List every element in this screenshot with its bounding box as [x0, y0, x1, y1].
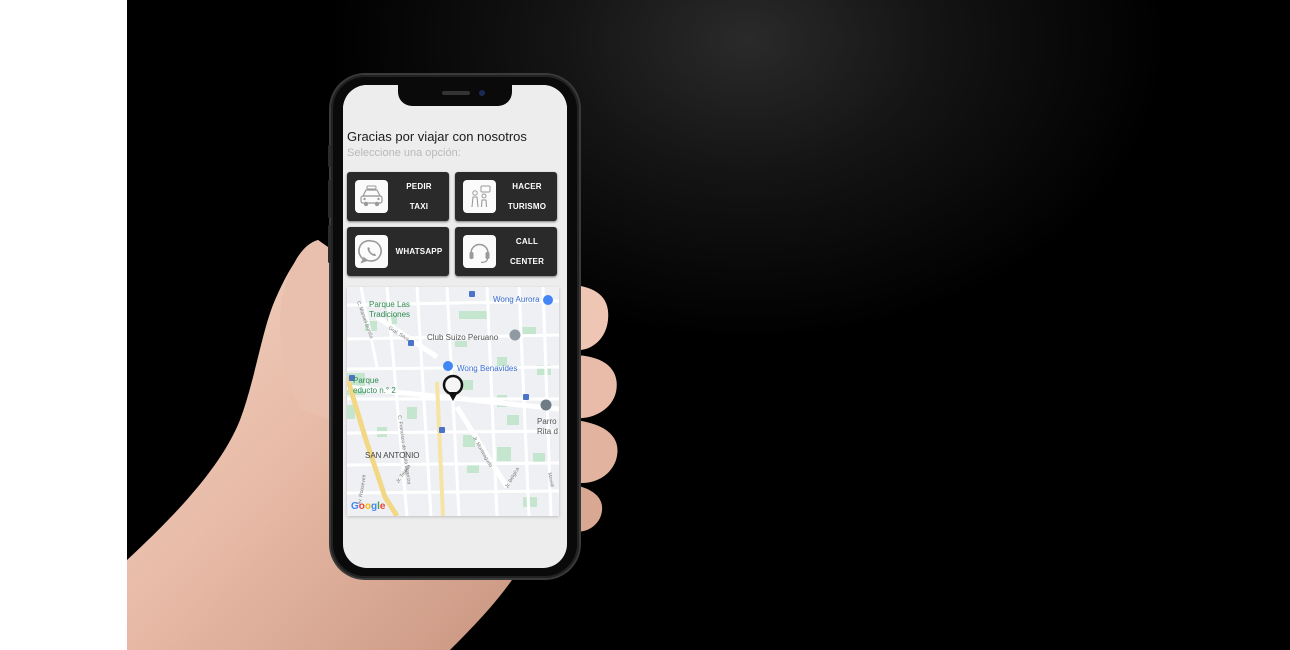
map-label-parque-tradiciones: Parque Las Tradiciones	[369, 300, 410, 320]
front-camera	[479, 90, 485, 96]
phone-screen: Gracias por viajar con nosotros Seleccio…	[343, 85, 567, 568]
map-label-parroquia: Parro Rita d	[537, 417, 558, 436]
hand-illustration	[127, 240, 618, 650]
whatsapp-icon	[355, 235, 388, 268]
tile-label-line2: CENTER	[509, 256, 545, 266]
map-label-wong-benavides: Wong Benavides	[457, 364, 518, 373]
speaker-grille	[442, 91, 470, 95]
mute-switch	[328, 145, 331, 167]
tile-label-line1: WHATSAPP	[395, 246, 443, 256]
map-label-parque-reducto: Parque educto n.° 2	[353, 376, 396, 395]
tile-label-line1: CALL	[515, 236, 539, 246]
tourism-icon	[463, 180, 496, 213]
map-label-san-antonio: SAN ANTONIO	[365, 451, 420, 460]
place-name: Parque Las Tradiciones	[369, 300, 411, 319]
tile-label-line1: PEDIR	[406, 181, 432, 191]
taxi-icon	[355, 180, 388, 213]
google-letter: e	[379, 501, 386, 512]
map-view[interactable]: Parque Las Tradiciones Wong Aurora Club …	[347, 287, 559, 516]
volume-down-button	[328, 225, 331, 263]
google-attribution: Google	[351, 501, 385, 512]
tile-label-line1: HACER	[512, 181, 542, 191]
google-letter: G	[351, 501, 359, 512]
call-center-button[interactable]: CALL CENTER	[455, 227, 557, 276]
notch	[398, 85, 512, 106]
map-label-club-suizo: Club Suizo Peruano	[427, 333, 499, 342]
volume-up-button	[328, 180, 331, 218]
tile-label-line2: TAXI	[409, 201, 429, 211]
pedir-taxi-button[interactable]: PEDIR TAXI	[347, 172, 449, 221]
map-canvas	[347, 287, 559, 516]
hacer-turismo-button[interactable]: HACER TURISMO	[455, 172, 557, 221]
page-subtitle: Seleccione una opción:	[347, 147, 461, 159]
smartphone: Gracias por viajar con nosotros Seleccio…	[328, 75, 579, 578]
page-title: Gracias por viajar con nosotros	[347, 129, 527, 144]
map-label-wong-aurora: Wong Aurora	[493, 295, 540, 304]
headset-icon	[463, 235, 496, 268]
whatsapp-button[interactable]: WHATSAPP	[347, 227, 449, 276]
tile-label-line2: TURISMO	[507, 201, 547, 211]
